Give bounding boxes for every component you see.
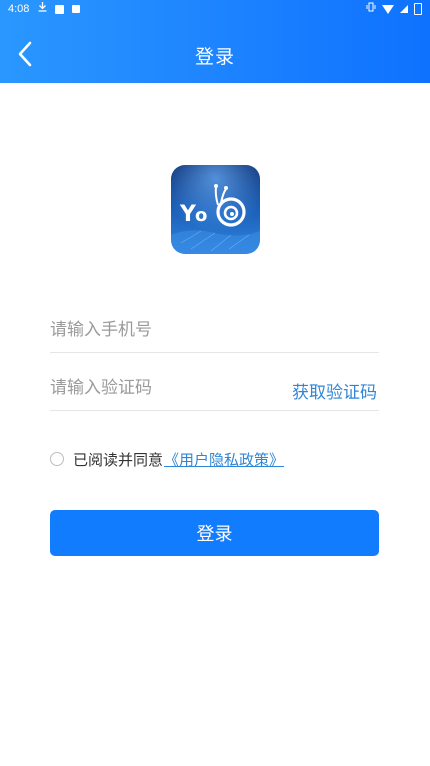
battery-icon <box>414 3 422 15</box>
status-bar: 4:08 <box>0 0 430 18</box>
agreement-checkbox[interactable] <box>50 452 64 466</box>
privacy-policy-link[interactable]: 《用户隐私政策》 <box>164 449 284 470</box>
vibrate-icon <box>366 0 376 18</box>
agreement-row: 已阅读并同意 《用户隐私政策》 <box>50 448 284 470</box>
get-code-button[interactable]: 获取验证码 <box>292 378 377 403</box>
wifi-icon <box>382 4 394 14</box>
status-icons-right <box>366 0 422 18</box>
svg-text:o: o <box>195 205 207 226</box>
phone-field <box>50 312 379 353</box>
download-icon <box>38 0 47 18</box>
app-icon <box>72 5 80 13</box>
code-field: 获取验证码 <box>50 370 379 411</box>
snail-logo-icon: Y o <box>171 165 260 254</box>
agreement-text: 已阅读并同意 <box>73 450 164 469</box>
app-logo: Y o <box>171 165 260 254</box>
phone-input[interactable] <box>50 312 280 348</box>
verification-code-input[interactable] <box>50 370 280 406</box>
notification-icon <box>55 4 64 14</box>
page-title: 登录 <box>194 46 235 68</box>
signal-icon <box>400 5 408 13</box>
status-time: 4:08 <box>8 3 30 15</box>
header: 4:08 登录 <box>0 0 430 83</box>
status-icons-left <box>38 0 80 18</box>
login-button[interactable]: 登录 <box>50 510 379 556</box>
